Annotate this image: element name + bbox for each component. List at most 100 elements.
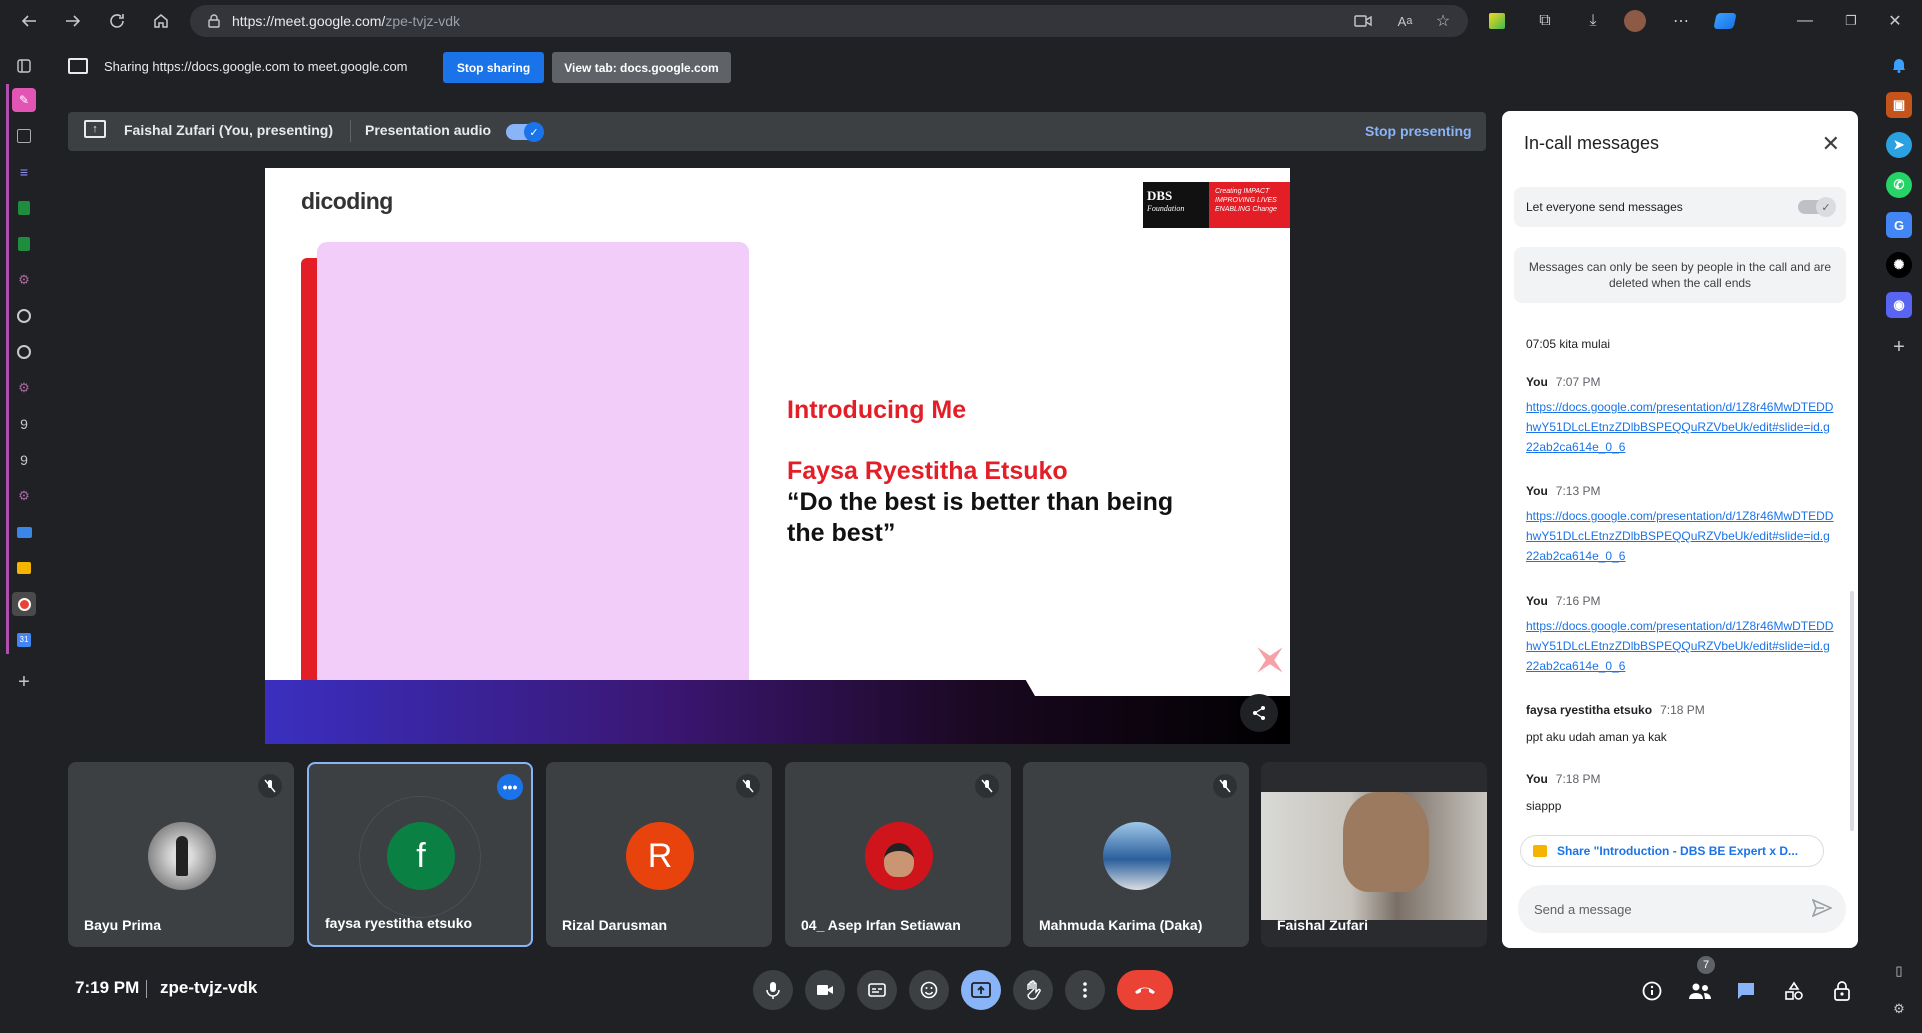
- host-controls-icon[interactable]: [1827, 976, 1857, 1006]
- message-sender: You: [1526, 594, 1548, 608]
- tab-g-icon[interactable]: 9: [12, 412, 36, 436]
- telegram-icon[interactable]: ➤: [1886, 132, 1912, 158]
- tab-slides-icon[interactable]: [12, 556, 36, 580]
- tab-actions-icon[interactable]: [12, 54, 36, 78]
- new-tab-icon[interactable]: +: [12, 670, 36, 694]
- tab-window-icon[interactable]: [12, 520, 36, 544]
- participant-name: Rizal Darusman: [562, 917, 668, 933]
- more-options-icon[interactable]: •••: [497, 774, 523, 800]
- tab-github-icon[interactable]: [12, 304, 36, 328]
- read-aloud-icon[interactable]: Aa: [1392, 8, 1418, 34]
- tab-calendar-icon[interactable]: 31: [12, 628, 36, 652]
- chat-permission-toggle[interactable]: ✓: [1798, 197, 1836, 217]
- slide-quote: “Do the best is better than being the be…: [787, 488, 1174, 547]
- stop-sharing-button[interactable]: Stop sharing: [443, 52, 544, 83]
- view-tab-button[interactable]: View tab: docs.google.com: [552, 52, 731, 83]
- tab-list-icon[interactable]: ≡: [12, 160, 36, 184]
- captions-button[interactable]: [857, 970, 897, 1010]
- dbs-logo: DBS Foundation: [1143, 182, 1209, 228]
- send-icon[interactable]: [1812, 899, 1832, 917]
- close-icon[interactable]: ✕: [1822, 131, 1840, 157]
- meeting-code: zpe-tvjz-vdk: [160, 978, 258, 997]
- mic-off-icon: [975, 774, 999, 798]
- message-link[interactable]: https://docs.google.com/presentation/d/1…: [1526, 506, 1836, 566]
- whatsapp-icon[interactable]: ✆: [1886, 172, 1912, 198]
- extension-icon[interactable]: [1484, 8, 1510, 34]
- tab-sheets-icon[interactable]: [12, 232, 36, 256]
- share-slide-icon[interactable]: [1240, 694, 1278, 732]
- more-menu-icon[interactable]: ⋯: [1668, 8, 1694, 34]
- message-sender: You: [1526, 375, 1548, 389]
- sidebar-layout-icon[interactable]: ▯: [1886, 958, 1912, 984]
- stop-presenting-button[interactable]: Stop presenting: [1365, 123, 1472, 139]
- profile-avatar[interactable]: [1622, 8, 1648, 34]
- notification-bell-icon[interactable]: [1886, 52, 1912, 78]
- tab-site-icon[interactable]: ⚙: [12, 484, 36, 508]
- tab-group-icon[interactable]: ✎: [12, 88, 36, 112]
- participant-tile-self[interactable]: Faishal Zufari: [1261, 762, 1487, 947]
- slide-title: Introducing Me: [787, 396, 967, 424]
- presentation-audio-toggle[interactable]: ✓: [506, 122, 544, 142]
- participant-tile[interactable]: Bayu Prima: [68, 762, 294, 947]
- camera-permission-icon[interactable]: [1350, 8, 1376, 34]
- emoji-reactions-button[interactable]: [909, 970, 949, 1010]
- tab-meet-icon[interactable]: [12, 592, 36, 616]
- forward-icon[interactable]: [58, 6, 88, 36]
- chat-message: faysa ryestitha etsuko 7:18 PM ppt aku ud…: [1526, 701, 1705, 747]
- camera-button[interactable]: [805, 970, 845, 1010]
- chat-panel-title: In-call messages: [1524, 133, 1660, 153]
- refresh-icon[interactable]: [102, 6, 132, 36]
- chatgpt-icon[interactable]: ✺: [1886, 252, 1912, 278]
- collections-icon[interactable]: ⧉: [1532, 8, 1558, 34]
- avatar: R: [626, 822, 694, 890]
- dbs-logo-sub: Foundation: [1147, 204, 1185, 213]
- chat-icon[interactable]: [1731, 976, 1761, 1006]
- share-file-chip[interactable]: Share "Introduction - DBS BE Expert x D.…: [1520, 835, 1824, 867]
- tab-g-icon[interactable]: 9: [12, 448, 36, 472]
- people-icon[interactable]: [1685, 976, 1715, 1006]
- in-call-messages-panel: In-call messages ✕ Let everyone send mes…: [1502, 111, 1858, 948]
- favorite-star-icon[interactable]: ☆: [1430, 8, 1456, 34]
- raise-hand-button[interactable]: [1013, 970, 1053, 1010]
- copilot-icon[interactable]: [1712, 8, 1738, 34]
- discord-icon[interactable]: ◉: [1886, 292, 1912, 318]
- tab-site-icon[interactable]: ⚙: [12, 376, 36, 400]
- participant-tile[interactable]: Mahmuda Karima (Daka): [1023, 762, 1249, 947]
- address-bar[interactable]: https://meet.google.com/zpe-tvjz-vdk: [190, 5, 1468, 37]
- message-link[interactable]: https://docs.google.com/presentation/d/1…: [1526, 616, 1836, 676]
- participant-tile[interactable]: 04_ Asep Irfan Setiawan: [785, 762, 1011, 947]
- tab-site-icon[interactable]: ⚙: [12, 268, 36, 292]
- downloads-icon[interactable]: ⤓: [1580, 8, 1606, 34]
- message-time: 7:16 PM: [1555, 594, 1601, 608]
- chat-scrollbar[interactable]: [1850, 591, 1854, 831]
- tab-sheets-icon[interactable]: [12, 196, 36, 220]
- message-link[interactable]: https://docs.google.com/presentation/d/1…: [1526, 397, 1836, 457]
- meeting-details-icon[interactable]: [1637, 976, 1667, 1006]
- home-icon[interactable]: [146, 6, 176, 36]
- minimize-icon[interactable]: —: [1792, 8, 1818, 34]
- chat-message-input[interactable]: Send a message: [1518, 885, 1846, 933]
- url-path: zpe-tvjz-vdk: [385, 13, 460, 29]
- present-now-button[interactable]: [961, 970, 1001, 1010]
- message-time: 7:18 PM: [1660, 703, 1705, 717]
- message-text: ppt aku udah aman ya kak: [1526, 730, 1667, 744]
- restore-icon[interactable]: ❐: [1838, 8, 1864, 34]
- add-sidebar-app-icon[interactable]: +: [1886, 334, 1912, 360]
- tab-github-icon[interactable]: [12, 340, 36, 364]
- tools-icon[interactable]: ▣: [1886, 92, 1912, 118]
- mic-off-icon: [1213, 774, 1237, 798]
- slide-name: Faysa Ryestitha Etsuko: [787, 457, 1068, 485]
- message-sender: faysa ryestitha etsuko: [1526, 703, 1653, 717]
- participant-tile[interactable]: R Rizal Darusman: [546, 762, 772, 947]
- microphone-button[interactable]: [753, 970, 793, 1010]
- tab-notion-icon[interactable]: [12, 124, 36, 148]
- leave-call-button[interactable]: [1117, 970, 1173, 1010]
- close-window-icon[interactable]: ✕: [1882, 8, 1908, 34]
- back-icon[interactable]: [14, 6, 44, 36]
- message-time: 7:13 PM: [1555, 484, 1601, 498]
- sidebar-settings-icon[interactable]: ⚙: [1886, 996, 1912, 1022]
- translate-icon[interactable]: G: [1886, 212, 1912, 238]
- participant-tile[interactable]: ••• f faysa ryestitha etsuko: [307, 762, 533, 947]
- activities-icon[interactable]: [1779, 976, 1809, 1006]
- more-options-button[interactable]: [1065, 970, 1105, 1010]
